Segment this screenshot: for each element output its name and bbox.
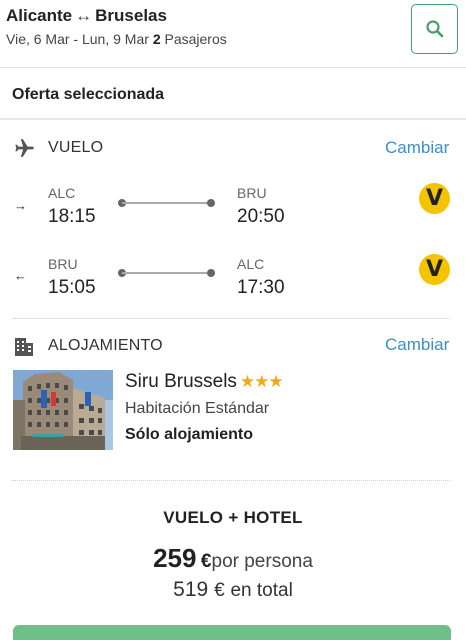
section-divider [12, 318, 450, 319]
total-label: en total [230, 580, 293, 601]
search-icon [425, 20, 443, 38]
destination-city: Bruselas [95, 6, 167, 25]
return-arrow-icon: ← [14, 268, 27, 283]
offer-title: Oferta seleccionada [12, 86, 165, 103]
roundtrip-arrow-icon: ↔ [75, 6, 93, 25]
route-end-dot [207, 269, 215, 277]
date-range: Vie, 6 Mar - Lun, 9 Mar [6, 31, 149, 47]
outbound-origin-code: ALC [48, 185, 76, 201]
return-arrival-time: 17:30 [237, 277, 285, 298]
change-hotel-link[interactable]: Cambiar [385, 335, 449, 355]
route-line [122, 272, 211, 274]
room-type: Habitación Estándar [125, 400, 270, 417]
board-type: Sólo alojamiento [125, 426, 254, 443]
passenger-label: Pasajeros [164, 31, 227, 47]
flight-section-title: VUELO [48, 139, 104, 156]
outbound-destination-code: BRU [237, 185, 267, 201]
route-title: Alicante ↔ Bruselas [6, 6, 167, 26]
return-destination-code: ALC [237, 256, 265, 272]
book-button[interactable] [13, 625, 451, 640]
change-flight-link[interactable]: Cambiar [385, 138, 449, 158]
total-price: 519 € en total [0, 578, 466, 602]
currency-symbol: € [214, 580, 225, 601]
return-origin-code: BRU [48, 256, 78, 272]
airline-logo-icon: V [419, 254, 450, 285]
hotel-photo-illustration [13, 370, 113, 450]
hotel-name-text: Siru Brussels [125, 371, 237, 392]
section-divider [12, 480, 450, 481]
outbound-arrow-icon: → [14, 198, 27, 213]
origin-city: Alicante [6, 6, 73, 25]
offer-section-header: Oferta seleccionada [0, 68, 466, 120]
building-icon [15, 338, 33, 356]
search-summary-header: Alicante ↔ Bruselas Vie, 6 Mar - Lun, 9 Ma… [0, 0, 466, 68]
currency-symbol: € [200, 551, 212, 572]
airline-logo-icon: V [419, 183, 450, 214]
package-label: VUELO + HOTEL [163, 508, 303, 527]
per-person-label: por persona [211, 551, 313, 572]
plane-icon [15, 139, 34, 157]
route-line [122, 202, 211, 204]
price-per-person: 259 €por persona [0, 543, 466, 574]
trip-dates: Vie, 6 Mar - Lun, 9 Mar 2 Pasajeros [6, 31, 227, 47]
total-price-value: 519 [173, 578, 209, 601]
return-departure-time: 15:05 [48, 277, 96, 298]
hotel-name[interactable]: Siru Brussels ★★★ [125, 371, 284, 393]
route-end-dot [207, 199, 215, 207]
passenger-count: 2 [152, 31, 161, 47]
outbound-departure-time: 18:15 [48, 206, 96, 227]
hotel-photo[interactable] [13, 370, 113, 450]
hotel-section-title: ALOJAMIENTO [48, 337, 163, 354]
star-rating-icon: ★★★ [239, 372, 284, 391]
outbound-arrival-time: 20:50 [237, 206, 285, 227]
search-button[interactable] [411, 4, 458, 54]
price-per-person-value: 259 [153, 543, 197, 573]
